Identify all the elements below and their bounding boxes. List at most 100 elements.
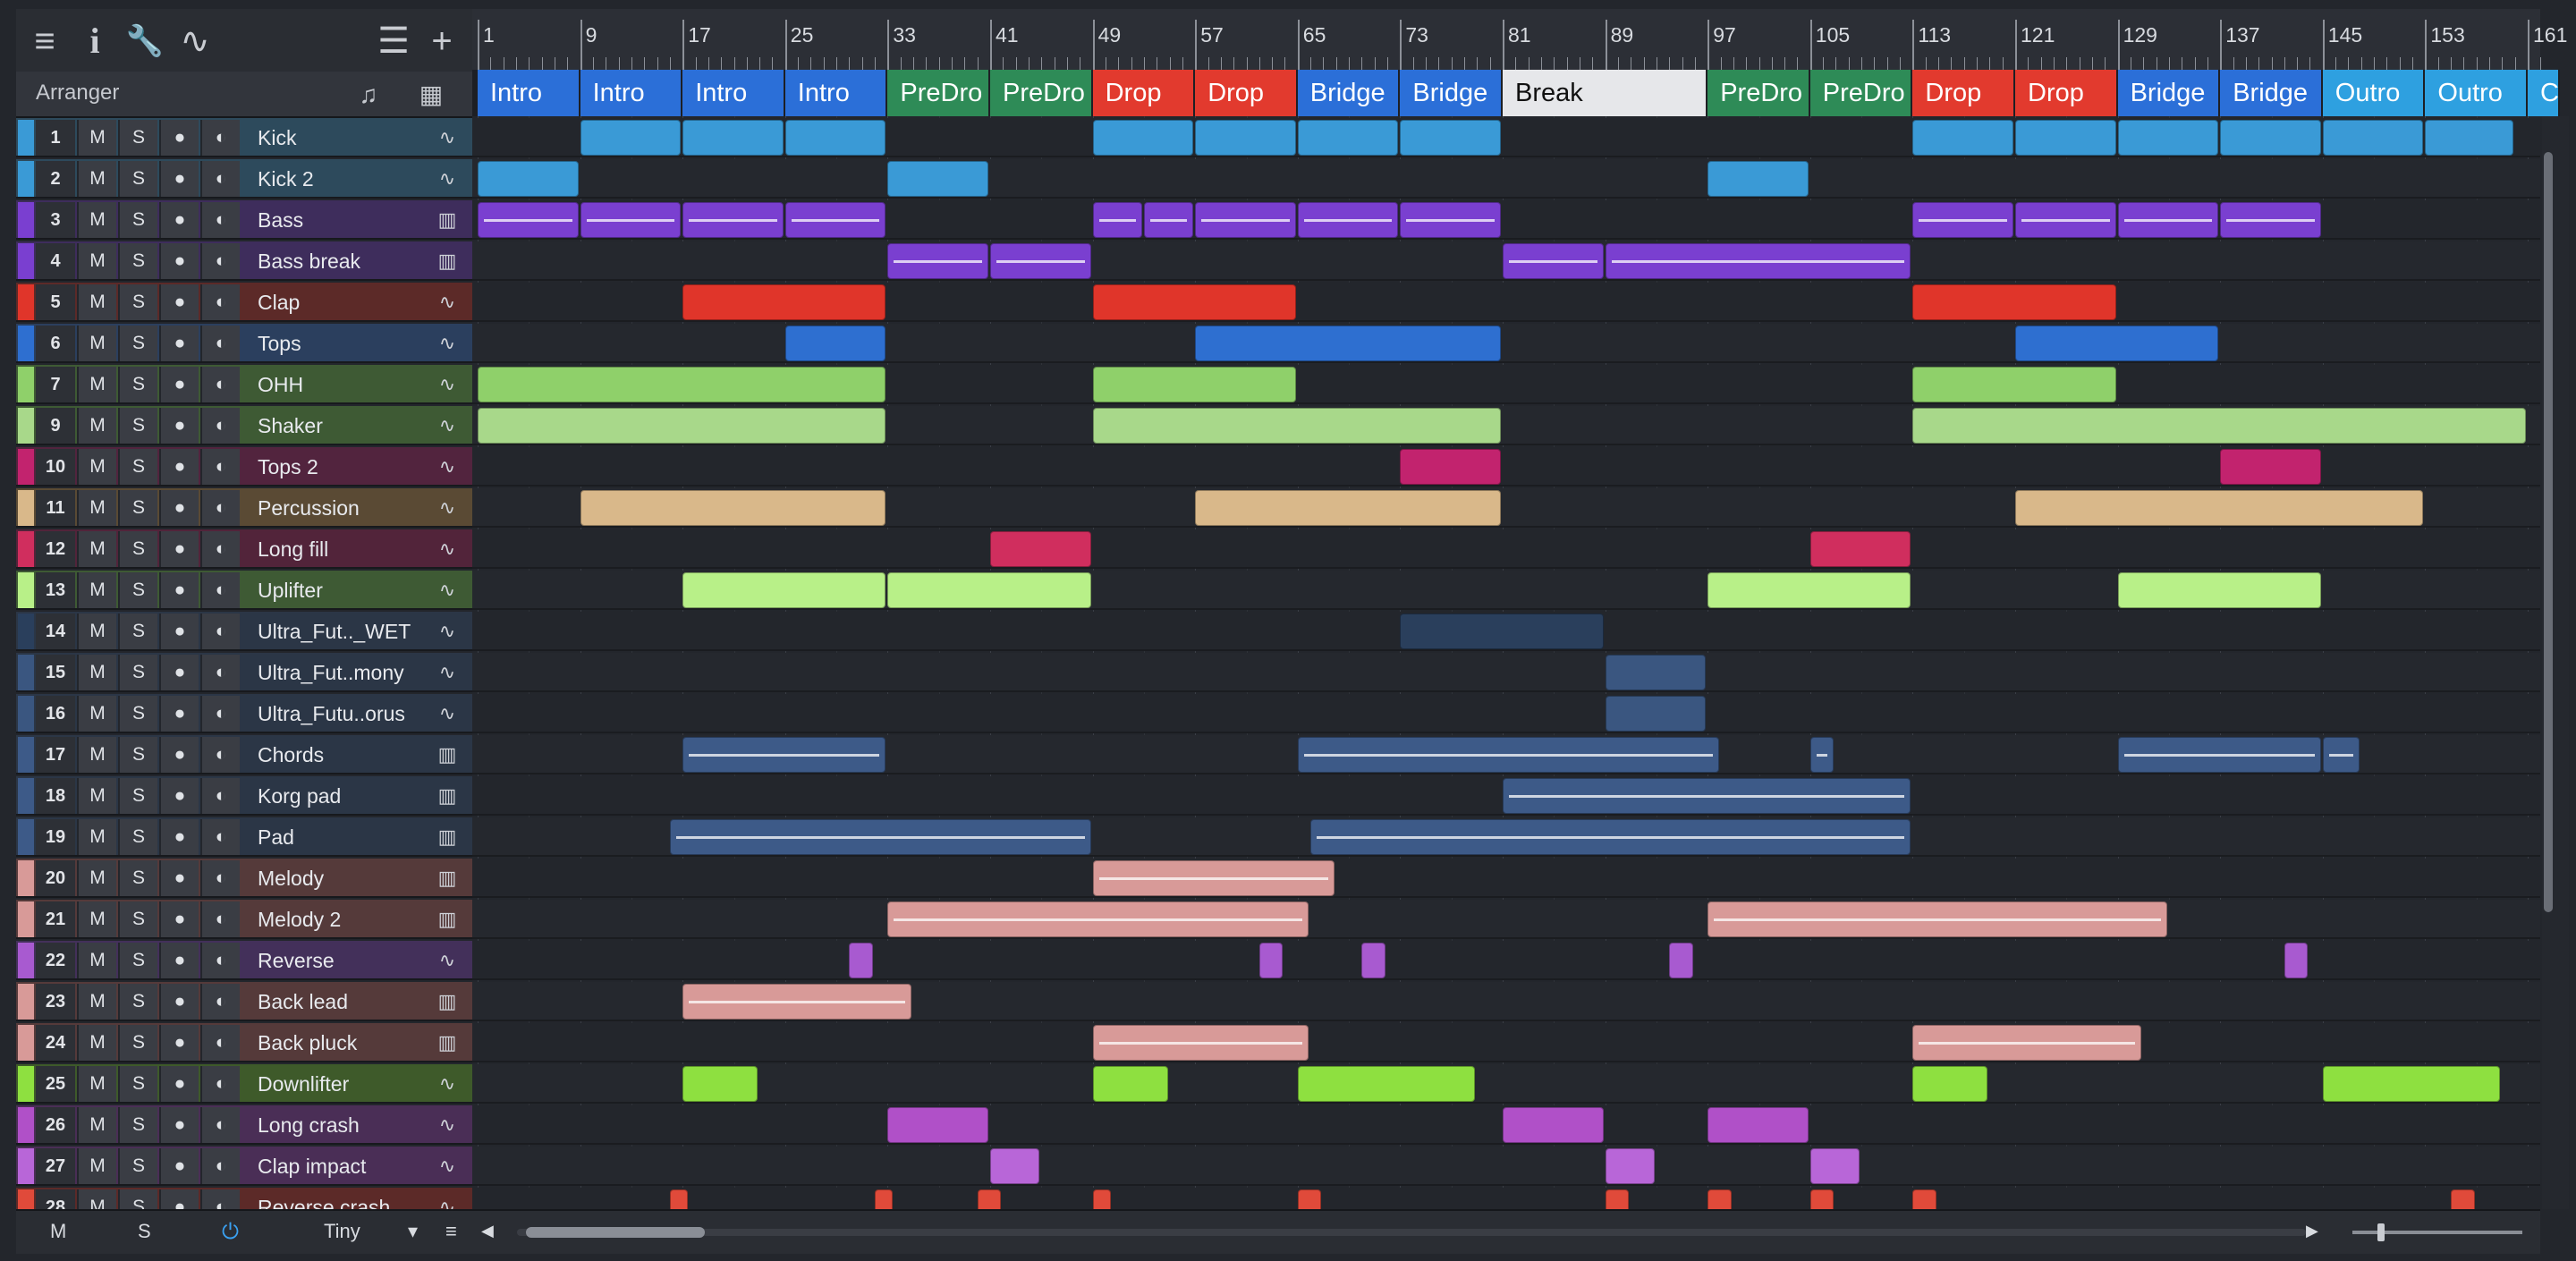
global-solo-button[interactable]: S [138, 1220, 151, 1243]
track-name[interactable]: Ultra_Fut.._WET [250, 614, 436, 649]
menu-icon[interactable]: ≡ [20, 16, 70, 66]
event-clip[interactable] [1669, 943, 1693, 978]
track-name[interactable]: Back lead [250, 984, 436, 1020]
track-name[interactable]: Ultra_Fut..mony [250, 655, 436, 690]
track-record-button[interactable]: ● [159, 943, 199, 978]
wrench-icon[interactable]: 🔧 [120, 16, 170, 66]
waveform-icon[interactable]: ∿ [429, 614, 465, 649]
track-header[interactable]: 13 M S ● ◐ Uplifter ∿ [16, 571, 472, 610]
track-header[interactable]: 15 M S ● ◐ Ultra_Fut..mony ∿ [16, 653, 472, 692]
section-bridge[interactable]: Bridge [1297, 70, 1401, 116]
track-name[interactable]: Korg pad [250, 778, 436, 814]
waveform-icon[interactable]: ∿ [429, 326, 465, 361]
event-clip[interactable] [682, 737, 886, 773]
event-clip[interactable] [1092, 860, 1335, 896]
note-icon[interactable]: ♫ [351, 77, 386, 113]
track-mute-button[interactable]: M [77, 490, 116, 526]
track-color-chip[interactable] [18, 408, 34, 444]
track-header[interactable]: 16 M S ● ◐ Ultra_Futu..orus ∿ [16, 694, 472, 733]
event-clip[interactable] [990, 243, 1091, 279]
track-color-chip[interactable] [18, 1148, 34, 1184]
track-record-button[interactable]: ● [159, 737, 199, 773]
event-clip[interactable] [1092, 284, 1296, 320]
track-name[interactable]: Kick 2 [250, 161, 436, 197]
track-record-button[interactable]: ● [159, 572, 199, 608]
event-clip[interactable] [1912, 408, 2526, 444]
track-lane[interactable] [472, 1064, 2540, 1104]
event-clip[interactable] [1297, 1066, 1476, 1102]
event-clip[interactable] [1297, 737, 1719, 773]
track-mute-button[interactable]: M [77, 860, 116, 896]
track-lane[interactable] [472, 447, 2540, 487]
event-clip[interactable] [1809, 737, 1835, 773]
track-monitor-button[interactable]: ◐ [200, 120, 240, 156]
event-clip[interactable] [1707, 901, 2167, 937]
event-clip[interactable] [669, 819, 1091, 855]
track-header[interactable]: 11 M S ● ◐ Percussion ∿ [16, 488, 472, 528]
track-color-chip[interactable] [18, 120, 34, 156]
track-monitor-button[interactable]: ◐ [200, 243, 240, 279]
waveform-icon[interactable]: ∿ [429, 1107, 465, 1143]
track-name[interactable]: Kick [250, 120, 436, 156]
event-clip[interactable] [682, 120, 784, 156]
event-clip[interactable] [1503, 778, 1911, 814]
track-monitor-button[interactable]: ◐ [200, 367, 240, 402]
track-color-chip[interactable] [18, 449, 34, 485]
track-record-button[interactable]: ● [159, 901, 199, 937]
track-record-button[interactable]: ● [159, 284, 199, 320]
track-mute-button[interactable]: M [77, 202, 116, 238]
track-monitor-button[interactable]: ◐ [200, 984, 240, 1020]
section-intro[interactable]: Intro [784, 70, 888, 116]
track-solo-button[interactable]: S [118, 202, 157, 238]
track-monitor-button[interactable]: ◐ [200, 737, 240, 773]
section-bridge[interactable]: Bridge [2117, 70, 2221, 116]
track-name[interactable]: Bass break [250, 243, 436, 279]
track-name[interactable]: Back pluck [250, 1025, 436, 1061]
track-lane[interactable] [472, 941, 2540, 980]
event-clip[interactable] [1195, 202, 1296, 238]
event-clip[interactable] [784, 202, 886, 238]
event-clip[interactable] [478, 367, 886, 402]
track-mute-button[interactable]: M [77, 572, 116, 608]
track-lane[interactable] [472, 900, 2540, 939]
track-lane[interactable] [472, 982, 2540, 1021]
track-monitor-button[interactable]: ◐ [200, 1066, 240, 1102]
automation-icon[interactable]: ∿ [170, 16, 220, 66]
waveform-icon[interactable]: ∿ [429, 367, 465, 402]
track-header[interactable]: 10 M S ● ◐ Tops 2 ∿ [16, 447, 472, 487]
event-clip[interactable] [580, 120, 682, 156]
track-solo-button[interactable]: S [118, 326, 157, 361]
track-lane[interactable] [472, 612, 2540, 651]
track-solo-button[interactable]: S [118, 408, 157, 444]
track-lane[interactable] [472, 488, 2540, 528]
track-mute-button[interactable]: M [77, 1148, 116, 1184]
event-clip[interactable] [1092, 202, 1142, 238]
event-clip[interactable] [1143, 202, 1194, 238]
event-clip[interactable] [990, 531, 1091, 567]
track-color-chip[interactable] [18, 860, 34, 896]
event-clip[interactable] [682, 984, 912, 1020]
track-lane[interactable] [472, 200, 2540, 240]
track-lane[interactable] [472, 571, 2540, 610]
track-solo-button[interactable]: S [118, 1066, 157, 1102]
waveform-icon[interactable]: ∿ [429, 572, 465, 608]
track-color-chip[interactable] [18, 572, 34, 608]
track-header[interactable]: 27 M S ● ◐ Clap impact ∿ [16, 1147, 472, 1186]
track-header[interactable]: 20 M S ● ◐ Melody ▥ [16, 859, 472, 898]
track-color-chip[interactable] [18, 614, 34, 649]
track-size-select[interactable]: Tiny [324, 1220, 360, 1243]
event-clip[interactable] [682, 572, 886, 608]
track-color-chip[interactable] [18, 696, 34, 732]
event-clip[interactable] [1707, 572, 1911, 608]
waveform-icon[interactable]: ∿ [429, 655, 465, 690]
event-clip[interactable] [1809, 531, 1911, 567]
track-lane[interactable] [472, 406, 2540, 445]
track-record-button[interactable]: ● [159, 860, 199, 896]
track-mute-button[interactable]: M [77, 901, 116, 937]
event-clip[interactable] [1092, 367, 1296, 402]
track-mute-button[interactable]: M [77, 367, 116, 402]
list-menu-icon[interactable]: ≡ [445, 1220, 457, 1243]
event-clip[interactable] [1605, 655, 1707, 690]
chevron-down-icon[interactable]: ▾ [408, 1220, 418, 1243]
track-record-button[interactable]: ● [159, 1066, 199, 1102]
